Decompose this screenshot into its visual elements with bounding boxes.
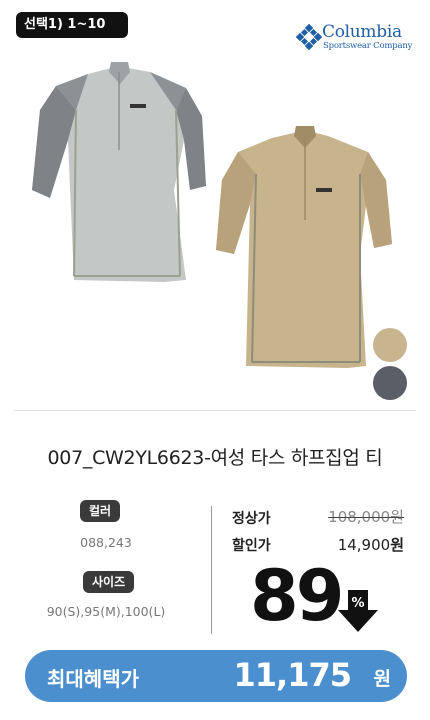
discount-rate: 89 — [250, 555, 344, 637]
discount-down-arrow-icon: % — [338, 590, 378, 632]
sale-price-amount: 14,900 — [337, 536, 391, 554]
product-card[interactable]: 선택1) 1~10 Columbia Sportswear Company 00… — [0, 0, 430, 720]
color-option-value: 088,243 — [80, 535, 132, 550]
max-benefit-price: 11,175 — [233, 656, 352, 694]
product-title[interactable]: 007_CW2YL6623-여성 타스 하프집업 티 — [0, 443, 430, 470]
regular-price: 108,000원 — [328, 508, 404, 526]
size-option-label: 사이즈 — [83, 571, 135, 593]
sale-price-label: 할인가 — [232, 538, 271, 554]
grey-shirt-image — [32, 62, 206, 282]
sale-price: 14,900원 — [338, 534, 404, 555]
color-swatch-beige[interactable] — [373, 328, 407, 362]
beige-shirt-image — [216, 126, 392, 368]
max-benefit-price-bar[interactable]: 최대혜택가 11,175 원 — [25, 650, 407, 702]
divider — [14, 410, 416, 411]
percent-symbol: % — [351, 596, 365, 611]
product-image[interactable] — [16, 40, 416, 400]
selection-badge: 선택1) 1~10 — [16, 12, 128, 38]
regular-price-label: 정상가 — [232, 511, 271, 527]
color-swatch-charcoal[interactable] — [373, 366, 407, 400]
brand-name: Columbia — [322, 22, 402, 42]
size-option-value: 90(S),95(M),100(L) — [46, 604, 166, 619]
sale-price-unit: 원 — [390, 536, 404, 554]
color-option-label: 컬러 — [80, 500, 121, 522]
vertical-divider — [211, 506, 212, 634]
max-benefit-unit: 원 — [373, 668, 391, 690]
max-benefit-label: 최대혜택가 — [47, 667, 139, 691]
